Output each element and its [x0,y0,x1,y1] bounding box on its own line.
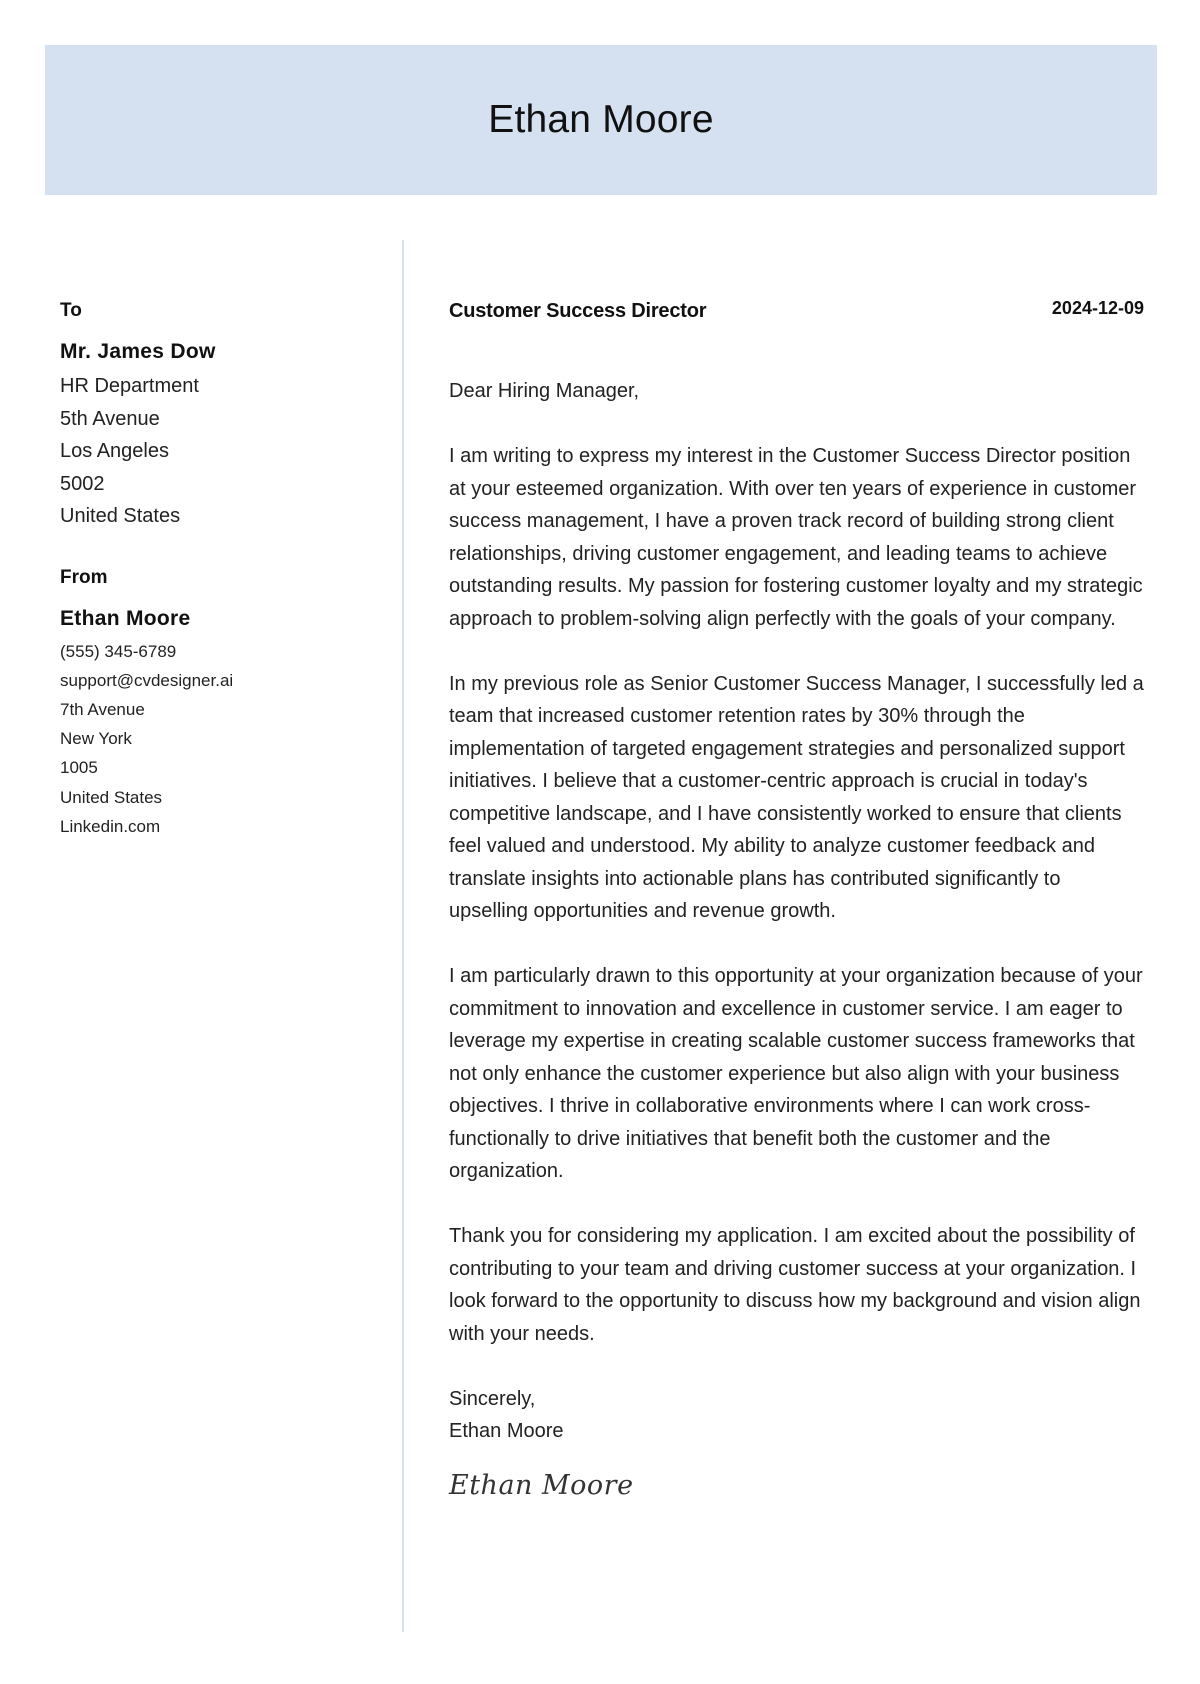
recipient-name: Mr. James Dow [60,340,216,363]
job-title: Customer Success Director [449,300,707,322]
sender-country: United States [60,787,163,807]
from-label: From [60,566,108,588]
closing: Sincerely, [449,1387,536,1410]
letter-paragraph: I am writing to express my interest in t… [449,445,1143,630]
recipient-country: United States [60,505,181,527]
recipient-postcode: 5002 [60,472,105,495]
to-label: To [60,300,82,321]
letter-paragraph: Thank you for considering my application… [449,1225,1141,1345]
column-divider [402,240,404,1632]
letter-paragraph: I am particularly drawn to this opportun… [449,965,1143,1182]
recipient-block: To Mr. James Dow HR Department 5th Avenu… [60,300,380,533]
closing-name: Ethan Moore [449,1420,564,1442]
recipient-department: HR Department [60,375,199,397]
sender-block: From Ethan Moore (555) 345-6789 support@… [60,567,380,841]
letter-title-row: Customer Success Director 2024-12-09 [449,298,1144,323]
header-banner: Ethan Moore [45,45,1157,195]
sender-postcode: 1005 [60,758,98,778]
sender-email[interactable]: support@cvdesigner.ai [60,666,380,695]
sender-city: New York [60,729,132,749]
letter-date: 2024-12-09 [1051,298,1144,318]
address-column: To Mr. James Dow HR Department 5th Avenu… [60,300,380,841]
applicant-name-heading: Ethan Moore [488,98,714,141]
letter-column: Customer Success Director 2024-12-09 Dea… [449,298,1144,1502]
recipient-street: 5th Avenue [60,407,160,430]
letter-paragraph: In my previous role as Senior Customer S… [449,672,1144,923]
sender-phone: (555) 345-6789 [60,641,177,661]
recipient-city: Los Angeles [60,440,169,462]
sender-street: 7th Avenue [60,699,145,719]
signature: Ethan Moore [449,1469,634,1501]
sender-linkedin[interactable]: Linkedin.com [60,812,380,841]
letter-body: Dear Hiring Manager, I am writing to exp… [449,375,1144,1502]
sender-name: Ethan Moore [60,606,191,630]
greeting: Dear Hiring Manager, [449,380,640,402]
